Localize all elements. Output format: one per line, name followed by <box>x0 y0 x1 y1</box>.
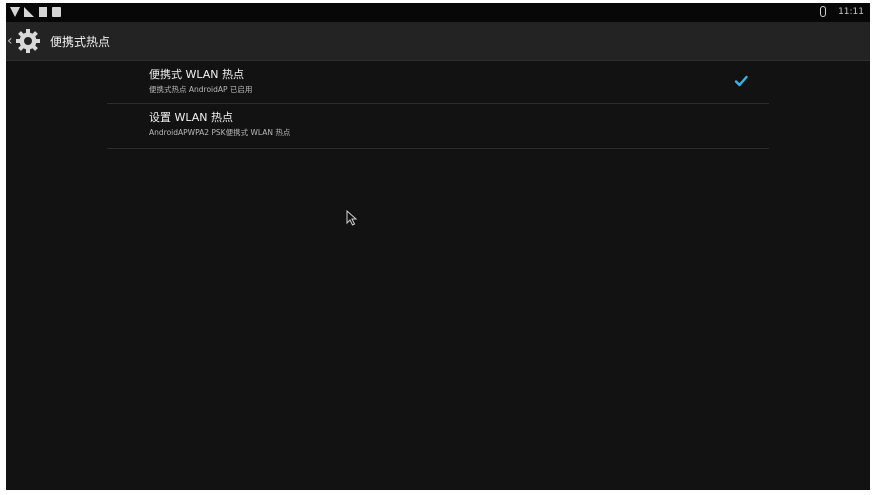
sd-card-icon <box>39 7 47 17</box>
device-screen: 11:11 ‹ 便携式热点 便携式 WLAN 热点 便携式热点 AndroidA… <box>6 3 870 490</box>
clock: 11:11 <box>838 6 864 17</box>
pref-title: 便携式 WLAN 热点 <box>149 68 245 81</box>
action-bar: ‹ 便携式热点 <box>6 22 870 61</box>
bluetooth-icon <box>820 6 827 17</box>
up-navigation-button[interactable]: ‹ <box>6 22 46 60</box>
pref-summary: 便携式热点 AndroidAP 已启用 <box>149 85 253 94</box>
back-chevron-icon: ‹ <box>7 33 13 49</box>
pref-setup-hotspot[interactable]: 设置 WLAN 热点 AndroidAPWPA2 PSK便携式 WLAN 热点 <box>107 104 769 149</box>
preference-list: 便携式 WLAN 热点 便携式热点 AndroidAP 已启用 设置 WLAN … <box>107 61 769 149</box>
pref-portable-hotspot[interactable]: 便携式 WLAN 热点 便携式热点 AndroidAP 已启用 <box>107 61 769 104</box>
no-sim-icon <box>24 7 34 17</box>
screenshot-icon <box>52 7 61 17</box>
mouse-cursor-icon <box>346 210 358 226</box>
status-bar: 11:11 <box>6 3 870 22</box>
status-right: 11:11 <box>820 6 864 17</box>
hotspot-checkbox[interactable] <box>733 73 749 89</box>
settings-gear-icon <box>15 29 40 53</box>
page-title: 便携式热点 <box>50 35 111 49</box>
pref-title: 设置 WLAN 热点 <box>149 111 234 124</box>
pref-summary: AndroidAPWPA2 PSK便携式 WLAN 热点 <box>149 128 291 137</box>
wifi-icon <box>10 7 20 17</box>
